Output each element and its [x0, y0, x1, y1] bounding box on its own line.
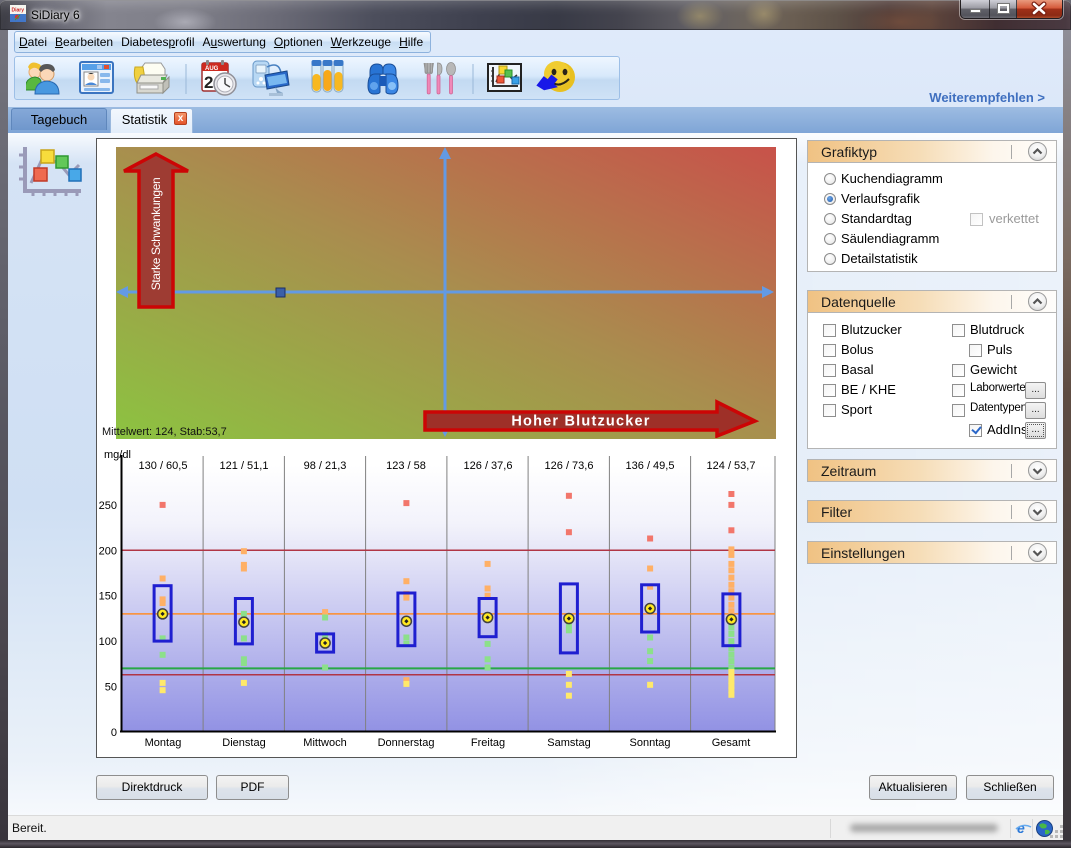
- svg-text:Mittwoch: Mittwoch: [303, 737, 346, 749]
- svg-text:Freitag: Freitag: [471, 737, 505, 749]
- svg-text:130 / 60,5: 130 / 60,5: [139, 460, 188, 472]
- svg-text:mg/dl: mg/dl: [104, 449, 131, 461]
- svg-text:136 / 49,5: 136 / 49,5: [626, 460, 675, 472]
- svg-text:200: 200: [99, 545, 117, 557]
- svg-text:150: 150: [99, 591, 117, 603]
- svg-text:2: 2: [204, 73, 213, 92]
- svg-text:0: 0: [111, 727, 117, 739]
- svg-text:126 / 37,6: 126 / 37,6: [464, 460, 513, 472]
- svg-text:Starke Schwankungen: Starke Schwankungen: [149, 178, 163, 290]
- svg-text:123 / 58: 123 / 58: [386, 460, 426, 472]
- svg-text:Gesamt: Gesamt: [712, 737, 751, 749]
- svg-text:100: 100: [99, 636, 117, 648]
- svg-text:Hoher Blutzucker: Hoher Blutzucker: [511, 414, 650, 430]
- svg-text:250: 250: [99, 500, 117, 512]
- svg-text:AUG: AUG: [205, 66, 219, 72]
- svg-text:121 / 51,1: 121 / 51,1: [220, 460, 269, 472]
- svg-text:50: 50: [105, 682, 117, 694]
- svg-text:Sonntag: Sonntag: [630, 737, 671, 749]
- svg-text:Dienstag: Dienstag: [222, 737, 265, 749]
- svg-text:Diary: Diary: [12, 8, 25, 14]
- svg-text:Montag: Montag: [145, 737, 182, 749]
- svg-text:124 / 53,7: 124 / 53,7: [707, 460, 756, 472]
- svg-text:126 / 73,6: 126 / 73,6: [545, 460, 594, 472]
- svg-text:Samstag: Samstag: [547, 737, 590, 749]
- svg-text:Donnerstag: Donnerstag: [378, 737, 435, 749]
- svg-text:98 / 21,3: 98 / 21,3: [304, 460, 347, 472]
